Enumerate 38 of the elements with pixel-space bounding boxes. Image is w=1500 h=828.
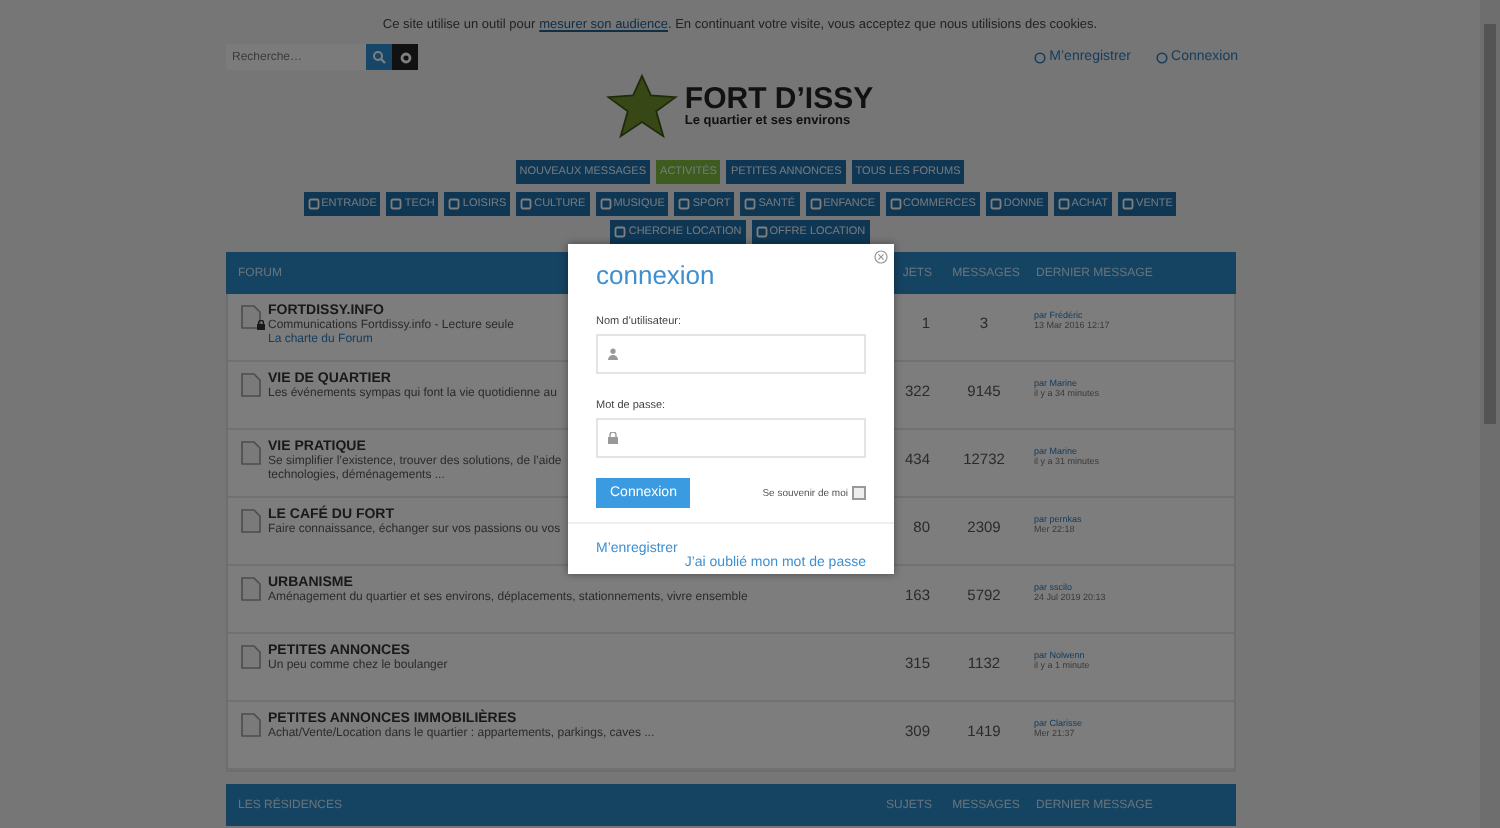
square-icon	[390, 198, 403, 210]
star-emblem-icon	[606, 74, 679, 138]
square-icon	[889, 198, 902, 210]
scrollbar-thumb[interactable]	[1484, 24, 1496, 424]
document-icon	[240, 372, 262, 398]
settings-button[interactable]	[392, 44, 418, 70]
settings-icon	[399, 51, 411, 63]
square-icon	[448, 198, 461, 210]
document-icon	[240, 304, 262, 330]
square-icon	[520, 198, 533, 210]
logo-title: FORT D’ISSY	[684, 84, 874, 114]
circle-icon	[1033, 51, 1046, 63]
lock-icon	[608, 432, 618, 444]
square-icon	[1057, 198, 1070, 210]
document-icon	[240, 576, 262, 602]
square-icon	[614, 226, 627, 238]
person-icon	[608, 348, 618, 360]
close-icon[interactable]	[874, 250, 888, 264]
search-button[interactable]	[366, 44, 392, 70]
square-icon	[744, 198, 757, 210]
username-field[interactable]	[596, 334, 866, 374]
password-field[interactable]	[596, 418, 866, 458]
square-icon	[1122, 198, 1135, 210]
square-icon	[678, 198, 691, 210]
dialog-title: connexion	[596, 260, 717, 290]
document-icon	[240, 508, 262, 534]
scrollbar[interactable]	[1480, 0, 1500, 828]
document-icon	[240, 644, 262, 670]
document-icon	[240, 712, 262, 738]
square-icon	[989, 198, 1002, 210]
square-icon	[599, 198, 612, 210]
remember-checkbox[interactable]	[852, 486, 866, 500]
square-icon	[755, 226, 768, 238]
square-icon	[809, 198, 822, 210]
square-icon	[307, 198, 320, 210]
search-icon	[372, 50, 386, 64]
document-icon	[240, 440, 262, 466]
circle-icon	[1155, 51, 1168, 63]
